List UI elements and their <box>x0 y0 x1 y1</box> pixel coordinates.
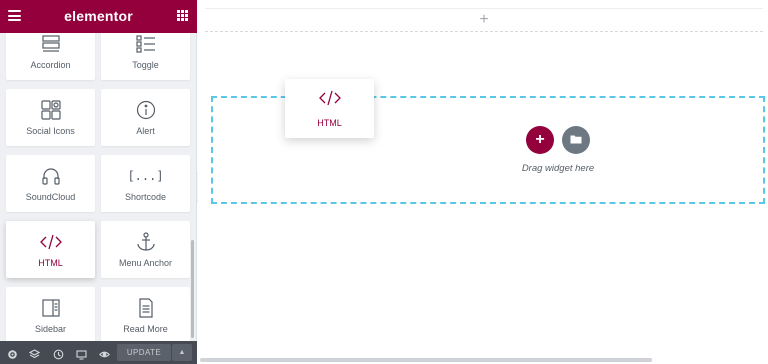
widget-read-more[interactable]: Read More <box>101 287 190 341</box>
widgets-grid-icon[interactable] <box>177 10 188 21</box>
widget-label: HTML <box>38 258 63 268</box>
widget-sidebar[interactable]: Sidebar <box>6 287 95 341</box>
widget-label: Alert <box>136 126 155 136</box>
social-icons-icon <box>6 99 95 121</box>
widget-label: Menu Anchor <box>118 258 173 268</box>
widget-list: Accordion Toggle Social Icons Alert Soun… <box>0 33 197 341</box>
widget-menu-anchor[interactable]: Menu Anchor <box>101 221 190 278</box>
widget-toggle[interactable]: Toggle <box>101 33 190 80</box>
settings-icon[interactable] <box>7 347 18 359</box>
panel-header: elementor <box>0 0 197 33</box>
panel-scrollbar[interactable] <box>191 240 194 338</box>
widget-label: Toggle <box>132 60 159 70</box>
shortcode-icon: [...] <box>127 169 164 183</box>
history-icon[interactable] <box>53 347 64 360</box>
widget-accordion[interactable]: Accordion <box>6 33 95 80</box>
widget-soundcloud[interactable]: SoundCloud <box>6 155 95 212</box>
widget-label: Sidebar <box>34 324 67 334</box>
headphones-icon <box>6 165 95 187</box>
plus-icon[interactable]: + <box>205 12 763 28</box>
widget-label: Read More <box>123 324 168 334</box>
widget-shortcode[interactable]: [...] Shortcode <box>101 155 190 212</box>
panel-footer: UPDATE ▲ <box>0 341 197 364</box>
preview-icon[interactable] <box>99 347 110 358</box>
update-button[interactable]: UPDATE <box>117 344 171 361</box>
folder-icon <box>570 131 582 149</box>
widget-label: Shortcode <box>124 192 167 202</box>
alert-icon <box>101 99 190 121</box>
widget-alert[interactable]: Alert <box>101 89 190 146</box>
responsive-icon[interactable] <box>76 347 87 360</box>
editor-canvas: + + Drag widget here HTML <box>198 0 768 364</box>
dragging-widget-label: HTML <box>317 118 342 128</box>
toggle-icon <box>101 33 190 55</box>
widget-social-icons[interactable]: Social Icons <box>6 89 95 146</box>
add-section-zone[interactable]: + <box>205 8 763 32</box>
canvas-horizontal-scrollbar[interactable] <box>200 358 652 362</box>
sidebar-icon <box>6 297 95 319</box>
widget-html[interactable]: HTML <box>6 221 95 278</box>
caret-up-icon[interactable]: ▲ <box>172 344 192 361</box>
editor-panel: elementor Accordion Toggle Social Icons <box>0 0 197 364</box>
widget-label: Social Icons <box>26 126 75 136</box>
code-icon <box>6 231 95 253</box>
dragging-widget[interactable]: HTML <box>285 79 374 138</box>
widget-label: SoundCloud <box>25 192 76 202</box>
add-section-button[interactable]: + <box>526 126 554 154</box>
code-icon <box>285 89 374 107</box>
widget-label: Accordion <box>30 60 71 70</box>
read-more-icon <box>101 297 190 319</box>
brand-logo: elementor <box>64 8 133 24</box>
layers-icon[interactable] <box>28 347 41 359</box>
accordion-icon <box>6 33 95 55</box>
add-template-button[interactable] <box>562 126 590 154</box>
drop-hint: Drag widget here <box>521 163 595 174</box>
anchor-icon <box>101 231 190 253</box>
